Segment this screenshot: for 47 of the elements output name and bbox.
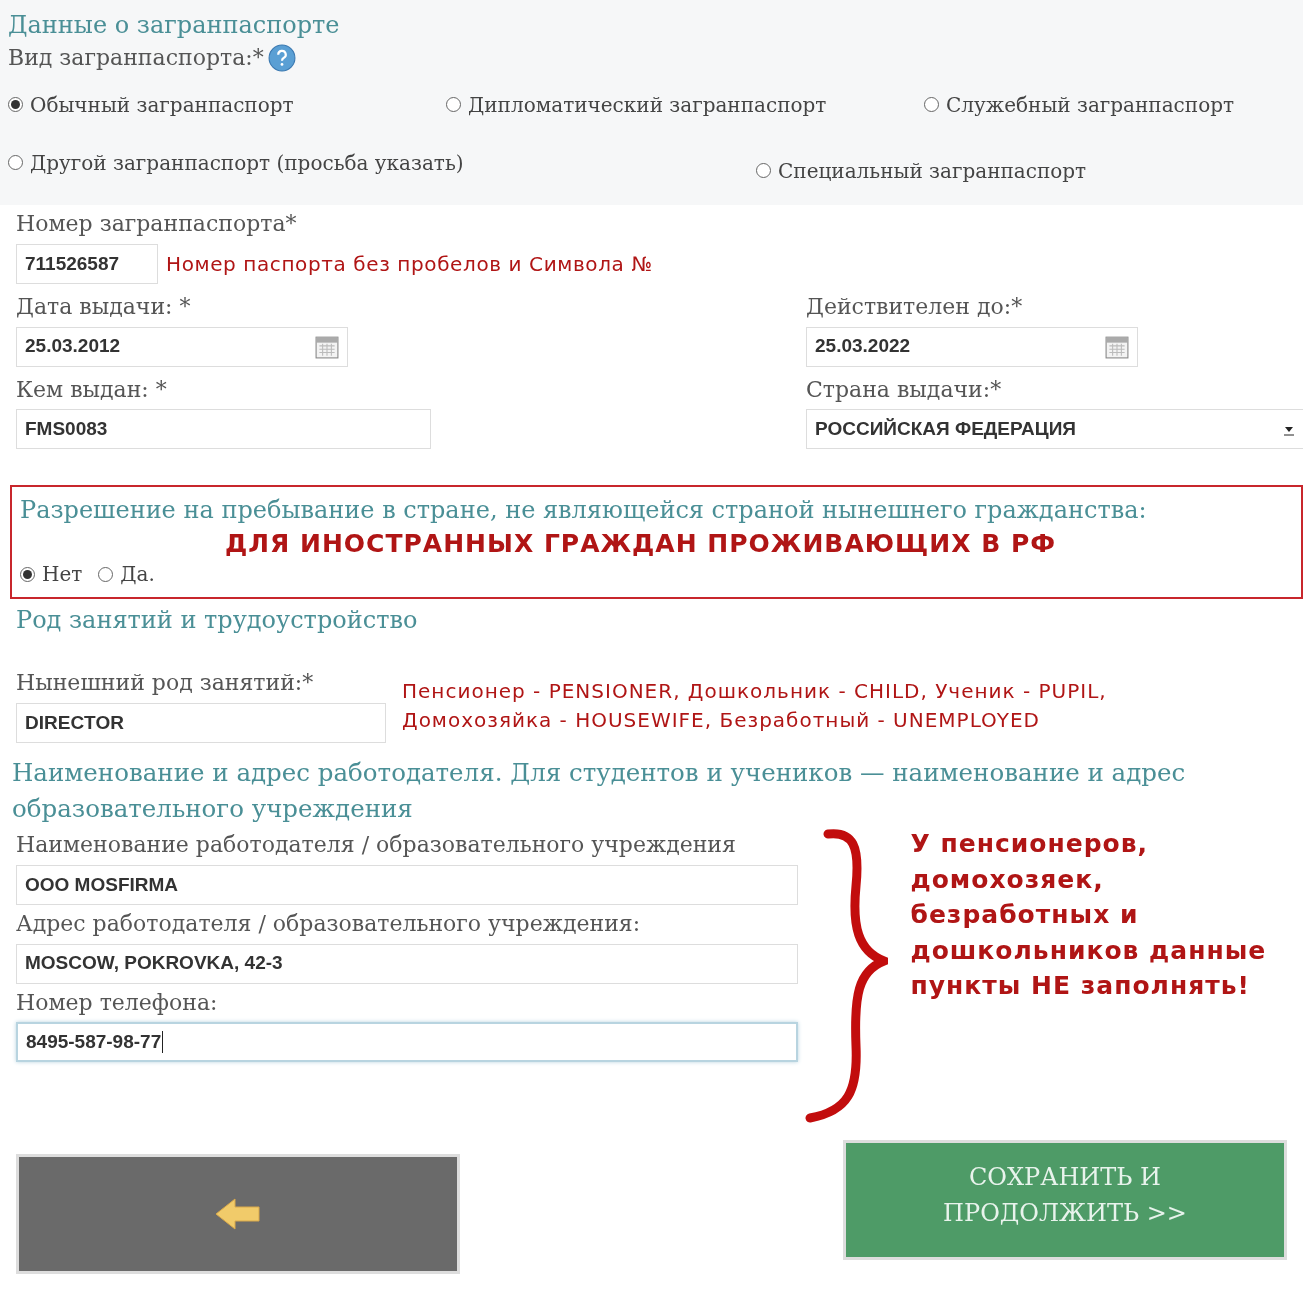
field-label: Кем выдан: * [16, 375, 168, 404]
field-label: Нынешний род занятий:* [16, 669, 314, 698]
option-label[interactable]: Да. [120, 559, 155, 590]
section-title: Род занятий и трудоустройство [16, 605, 419, 637]
radio-button[interactable] [756, 163, 771, 179]
section-title: Разрешение на пребывание в стране, не являющейся страной нынешнего гражданства: [20, 495, 1148, 527]
radio-button[interactable] [8, 97, 23, 113]
calendar-icon[interactable] [315, 334, 339, 359]
field-label: Дата выдачи: * [16, 292, 192, 321]
field-label: Действителен до:* [806, 292, 1024, 321]
option-label[interactable]: Служебный загранпаспорт [946, 89, 1235, 120]
hint-text: Номер паспорта без пробелов и Символа № [166, 250, 653, 278]
option-label[interactable]: Нет [42, 559, 83, 590]
help-icon[interactable] [267, 44, 296, 73]
note-text: У пенсионеров, домохозяек, безработных и дошкольников данные пункты НЕ заполнять! [910, 828, 1268, 1002]
radio-button[interactable] [924, 97, 939, 113]
section-title: Наименование и адрес работодателя. Для студентов и учеников — наименование и адрес образовательного учреждения [12, 757, 1187, 825]
input-field[interactable]: FMS0083 [16, 409, 431, 450]
back-button[interactable] [16, 1154, 460, 1274]
input-field[interactable]: OOO MOSFIRMA [16, 864, 799, 905]
text-cursor [162, 1031, 164, 1054]
input-field[interactable]: DIRECTOR [16, 703, 386, 743]
calendar-icon[interactable] [1105, 334, 1129, 359]
option-label[interactable]: Дипломатический загранпаспорт [468, 89, 827, 120]
input-field[interactable]: MOSCOW, POKROVKA, 42-3 [16, 943, 799, 984]
field-label: Номер телефона: [16, 988, 219, 1017]
field-label: Вид загранпаспорта:* [8, 43, 264, 72]
radio-button[interactable] [98, 566, 114, 582]
date-field[interactable]: 25.03.2022 [806, 326, 1138, 367]
radio-button[interactable] [20, 566, 35, 582]
note-text: ДЛЯ ИНОСТРАННЫХ ГРАЖДАН ПРОЖИВАЮЩИХ В РФ [225, 528, 1056, 560]
field-label: Адрес работодателя / образовательного учреждения: [16, 909, 642, 938]
date-field[interactable]: 25.03.2012 [16, 326, 348, 367]
radio-button[interactable] [8, 155, 23, 171]
country-select[interactable]: РОССИЙСКАЯ ФЕДЕРАЦИЯ [806, 409, 1303, 450]
arrow-icon [213, 1196, 263, 1232]
section-title: Данные о загранпаспорте [8, 10, 341, 41]
option-label[interactable]: Обычный загранпаспорт [30, 89, 294, 120]
field-label: Страна выдачи:* [806, 375, 1003, 404]
hint-text: Пенсионер - PENSIONER, Дошкольник - CHILD, Ученик - PUPIL, Домохозяйка - HOUSEWIFE, Безработный - UNEMPLOYED [402, 678, 1107, 734]
input-field[interactable]: 711526587 [16, 243, 158, 284]
option-label[interactable]: Специальный загранпаспорт [778, 155, 1087, 186]
field-label: Номер загранпаспорта* [16, 210, 298, 238]
radio-button[interactable] [446, 97, 461, 113]
field-label: Наименование работодателя / образовательного учреждения [16, 831, 737, 859]
input-field[interactable]: 8495-587-98-77 [16, 1022, 799, 1063]
option-label[interactable]: Другой загранпаспорт (просьба указать) [30, 147, 464, 178]
